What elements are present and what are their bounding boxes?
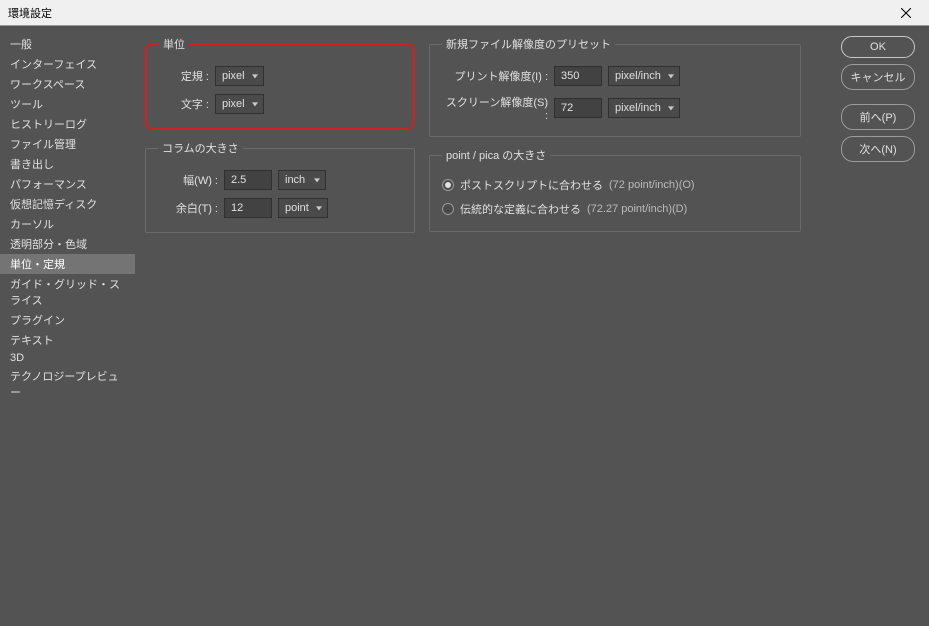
close-button[interactable] — [891, 3, 921, 23]
dialog-buttons: OK キャンセル 前へ(P) 次へ(N) — [841, 36, 915, 162]
sidebar-item[interactable]: ガイド・グリッド・スライス — [0, 274, 135, 310]
pica-legend: point / pica の大きさ — [442, 147, 550, 163]
type-select[interactable]: pixel — [215, 94, 264, 114]
titlebar: 環境設定 — [0, 0, 929, 26]
column-legend: コラムの大きさ — [158, 140, 243, 156]
sidebar-item[interactable]: テクノロジープレビュー — [0, 366, 135, 402]
pica-option-postscript[interactable]: ポストスクリプトに合わせる (72 point/inch)(O) — [442, 177, 788, 193]
sidebar-item[interactable]: インターフェイス — [0, 54, 135, 74]
margin-input[interactable]: 12 — [224, 198, 272, 218]
pica-opt1-suffix: (72 point/inch)(O) — [609, 179, 695, 191]
print-res-input[interactable]: 350 — [554, 66, 602, 86]
main-content: 単位 定規 : pixel 文字 : pixel コラムの大きさ — [135, 26, 929, 626]
pica-opt2-suffix: (72.27 point/inch)(D) — [587, 203, 687, 215]
units-legend: 単位 — [159, 36, 189, 52]
type-label: 文字 : — [159, 96, 209, 112]
ok-button[interactable]: OK — [841, 36, 915, 58]
window-title: 環境設定 — [8, 5, 52, 21]
width-label: 幅(W) : — [158, 172, 218, 188]
sidebar-item[interactable]: プラグイン — [0, 310, 135, 330]
sidebar-item[interactable]: テキスト — [0, 330, 135, 350]
preferences-window: 環境設定 一般インターフェイスワークスペースツールヒストリーログファイル管理書き… — [0, 0, 929, 626]
sidebar: 一般インターフェイスワークスペースツールヒストリーログファイル管理書き出しパフォ… — [0, 26, 135, 626]
ruler-label: 定規 : — [159, 68, 209, 84]
sidebar-item[interactable]: パフォーマンス — [0, 174, 135, 194]
sidebar-item[interactable]: ツール — [0, 94, 135, 114]
pica-opt2-label: 伝統的な定義に合わせる — [460, 201, 581, 217]
pica-opt1-label: ポストスクリプトに合わせる — [460, 177, 603, 193]
width-input[interactable]: 2.5 — [224, 170, 272, 190]
sidebar-item[interactable]: 単位・定規 — [0, 254, 135, 274]
sidebar-item[interactable]: 透明部分・色域 — [0, 234, 135, 254]
ruler-select[interactable]: pixel — [215, 66, 264, 86]
sidebar-item[interactable]: カーソル — [0, 214, 135, 234]
margin-label: 余白(T) : — [158, 200, 218, 216]
sidebar-item[interactable]: 3D — [0, 350, 135, 366]
radio-icon — [442, 203, 454, 215]
print-res-label: プリント解像度(I) : — [442, 68, 548, 84]
body: 一般インターフェイスワークスペースツールヒストリーログファイル管理書き出しパフォ… — [0, 26, 929, 626]
screen-res-unit-select[interactable]: pixel/inch — [608, 98, 680, 118]
preset-legend: 新規ファイル解像度のプリセット — [442, 36, 615, 52]
screen-res-input[interactable]: 72 — [554, 98, 602, 118]
width-unit-select[interactable]: inch — [278, 170, 326, 190]
radio-icon — [442, 179, 454, 191]
sidebar-item[interactable]: 仮想記憶ディスク — [0, 194, 135, 214]
margin-unit-select[interactable]: point — [278, 198, 328, 218]
sidebar-item[interactable]: 一般 — [0, 34, 135, 54]
next-button[interactable]: 次へ(N) — [841, 136, 915, 162]
prev-button[interactable]: 前へ(P) — [841, 104, 915, 130]
sidebar-item[interactable]: ヒストリーログ — [0, 114, 135, 134]
cancel-button[interactable]: キャンセル — [841, 64, 915, 90]
sidebar-item[interactable]: ワークスペース — [0, 74, 135, 94]
point-pica-group: point / pica の大きさ ポストスクリプトに合わせる (72 poin… — [429, 147, 801, 232]
print-res-unit-select[interactable]: pixel/inch — [608, 66, 680, 86]
pica-option-traditional[interactable]: 伝統的な定義に合わせる (72.27 point/inch)(D) — [442, 201, 788, 217]
resolution-preset-group: 新規ファイル解像度のプリセット プリント解像度(I) : 350 pixel/i… — [429, 36, 801, 137]
units-group: 単位 定規 : pixel 文字 : pixel — [145, 36, 415, 130]
screen-res-label: スクリーン解像度(S) : — [442, 94, 548, 122]
close-icon — [901, 8, 911, 18]
sidebar-item[interactable]: ファイル管理 — [0, 134, 135, 154]
sidebar-item[interactable]: 書き出し — [0, 154, 135, 174]
column-size-group: コラムの大きさ 幅(W) : 2.5 inch 余白(T) : 12 point — [145, 140, 415, 233]
